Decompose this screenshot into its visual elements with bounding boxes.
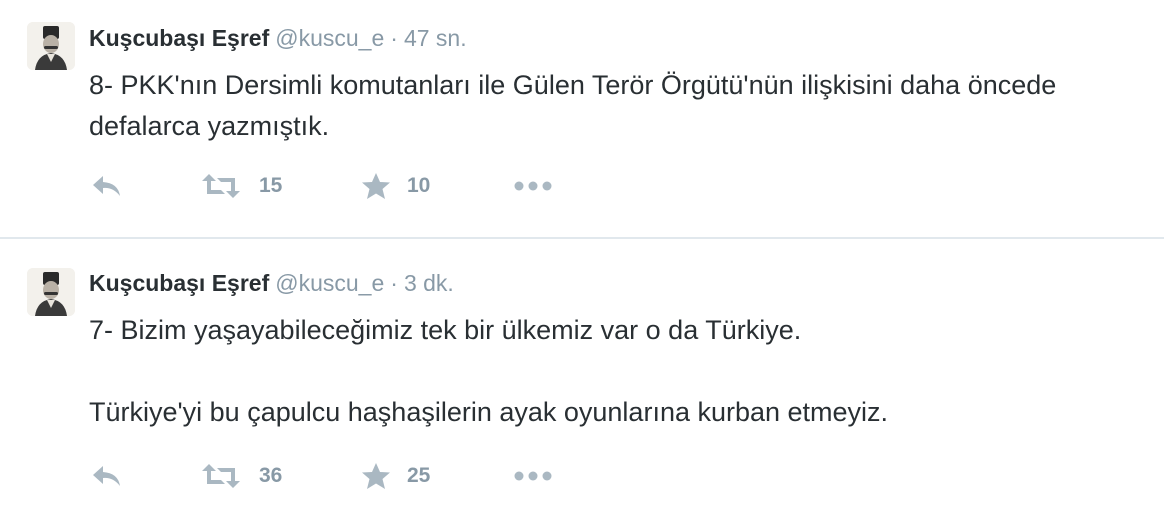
- timestamp[interactable]: 3 dk.: [404, 270, 454, 296]
- star-icon: [361, 462, 391, 490]
- favorite-button[interactable]: 25: [361, 460, 430, 492]
- avatar[interactable]: [27, 268, 75, 316]
- reply-icon: [91, 173, 123, 199]
- retweet-button[interactable]: 36: [201, 460, 282, 492]
- tweet[interactable]: Kuşcubaşı Eşref @kuscu_e · 3 dk. 7- Bizim y…: [0, 237, 1164, 510]
- favorite-count: 10: [407, 174, 431, 197]
- reply-button[interactable]: [91, 460, 123, 492]
- more-dots-icon: [514, 470, 552, 482]
- avatar[interactable]: [27, 22, 75, 70]
- tweet-paragraph: 8- PKK'nın Dersimli komutanları ile Güle…: [89, 70, 1057, 141]
- more-button[interactable]: [514, 460, 552, 492]
- tweet-paragraph: 7- Bizim yaşayabileceğimiz tek bir ülkem…: [89, 315, 802, 345]
- tweet-header: Kuşcubaşı Eşref @kuscu_e · 3 dk.: [89, 269, 454, 297]
- favorite-count: 25: [407, 464, 431, 487]
- username[interactable]: @kuscu_e: [275, 25, 384, 51]
- fullname[interactable]: Kuşcubaşı Eşref: [89, 25, 269, 51]
- favorite-button[interactable]: 10: [361, 170, 430, 202]
- star-icon: [361, 172, 391, 200]
- separator: ·: [390, 270, 398, 296]
- retweet-count: 36: [259, 464, 283, 487]
- tweet[interactable]: Kuşcubaşı Eşref @kuscu_e · 47 sn. 8- PKK'nı…: [0, 0, 1164, 237]
- separator: ·: [390, 25, 398, 51]
- more-button[interactable]: [514, 170, 552, 202]
- tweet-text: 7- Bizim yaşayabileceğimiz tek bir ülkem…: [89, 310, 1149, 433]
- tweet-paragraph: Türkiye'yi bu çapulcu haşhaşilerin ayak …: [89, 397, 889, 427]
- retweet-button[interactable]: 15: [201, 170, 282, 202]
- username[interactable]: @kuscu_e: [275, 270, 384, 296]
- retweet-icon: [201, 463, 241, 489]
- retweet-count: 15: [259, 174, 283, 197]
- retweet-icon: [201, 173, 241, 199]
- tweet-actions: 15 10: [89, 170, 589, 202]
- tweet-header: Kuşcubaşı Eşref @kuscu_e · 47 sn.: [89, 24, 467, 52]
- reply-icon: [91, 463, 123, 489]
- fullname[interactable]: Kuşcubaşı Eşref: [89, 270, 269, 296]
- tweet-text: 8- PKK'nın Dersimli komutanları ile Güle…: [89, 65, 1149, 147]
- reply-button[interactable]: [91, 170, 123, 202]
- more-dots-icon: [514, 180, 552, 192]
- timeline: Kuşcubaşı Eşref @kuscu_e · 47 sn. 8- PKK'nı…: [0, 0, 1164, 510]
- tweet-actions: 36 25: [89, 460, 589, 492]
- timestamp[interactable]: 47 sn.: [404, 25, 467, 51]
